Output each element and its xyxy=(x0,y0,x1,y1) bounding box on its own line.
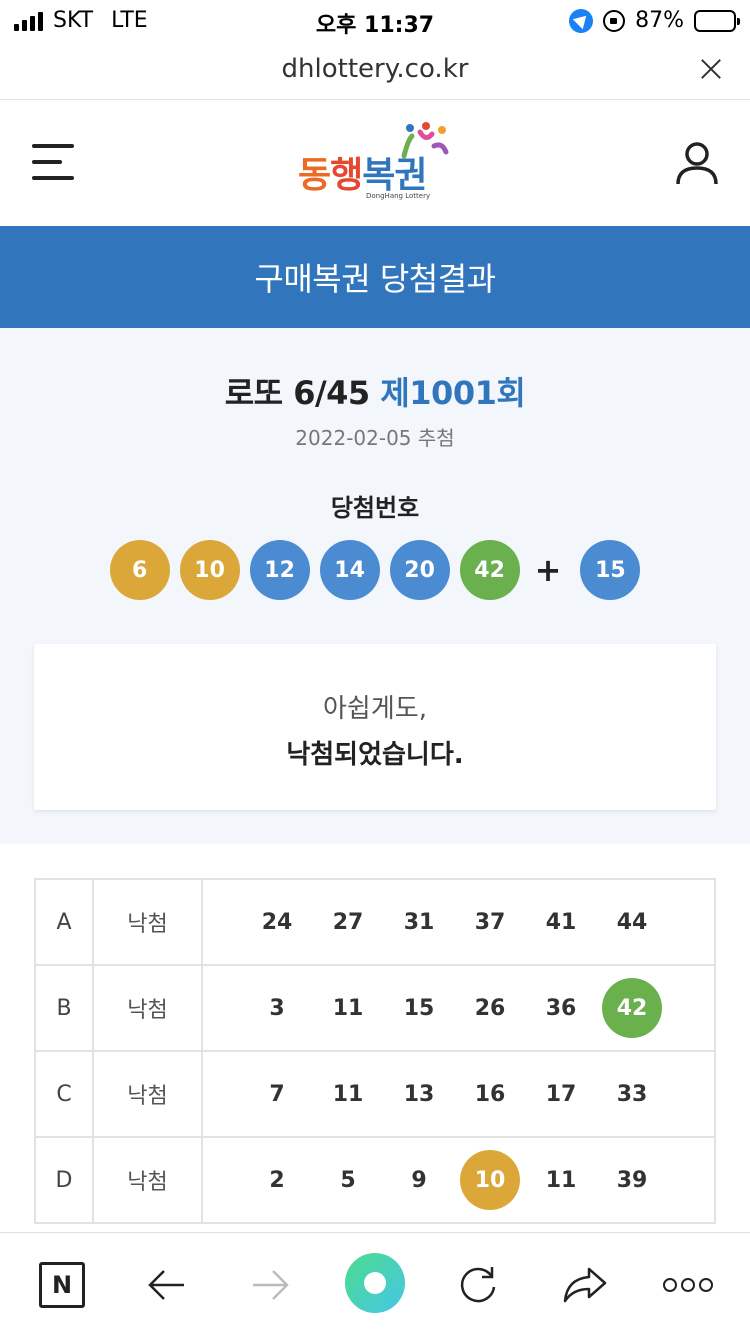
page-title: 구매복권 당첨결과 xyxy=(254,260,496,298)
url-text[interactable]: dhlottery.co.kr xyxy=(0,54,750,84)
ticket-numbers-row: 24 27 31 37 41 44 xyxy=(247,892,714,952)
ticket-number: 11 xyxy=(332,1081,364,1107)
menu-icon[interactable] xyxy=(32,144,74,180)
winning-numbers: 6 10 12 14 20 42 + 15 xyxy=(0,540,750,600)
site-logo[interactable]: 동행복권 DongHang Lottery xyxy=(298,120,458,210)
ticket-number: 37 xyxy=(474,909,506,935)
share-arrow-icon xyxy=(563,1267,607,1303)
ticket-row: A 낙첨 24 27 31 37 41 44 xyxy=(34,878,716,966)
ticket-label: D xyxy=(34,1136,94,1224)
ticket-label: B xyxy=(34,964,94,1052)
refresh-button[interactable] xyxy=(452,1259,504,1311)
ticket-number: 16 xyxy=(474,1081,506,1107)
ticket-number: 41 xyxy=(545,909,577,935)
ticket-row: D 낙첨 2 5 9 10 11 39 xyxy=(34,1136,716,1224)
ticket-label: C xyxy=(34,1050,94,1138)
location-icon xyxy=(569,8,594,33)
winning-ball: 42 xyxy=(459,540,520,600)
winning-ball: 6 xyxy=(109,540,170,600)
ticket-numbers-row: 7 11 13 16 17 33 xyxy=(247,1064,714,1124)
game-name: 로또 6/45 xyxy=(224,374,371,412)
ticket-numbers-row: 2 5 9 10 11 39 xyxy=(247,1150,714,1210)
ticket-numbers: 3 11 15 26 36 42 xyxy=(201,964,716,1052)
ticket-number: 26 xyxy=(474,995,506,1021)
back-button[interactable] xyxy=(140,1259,192,1311)
logo-wordmark: 동행복권 xyxy=(298,155,428,196)
battery-icon xyxy=(694,9,740,32)
ticket-number: 3 xyxy=(269,995,285,1021)
winning-ball: 20 xyxy=(389,540,450,600)
ticket-status: 낙첨 xyxy=(92,878,203,966)
home-circle-button[interactable] xyxy=(345,1253,405,1313)
game-title: 로또 6/45 제1001회 xyxy=(0,368,750,414)
winning-ball: 14 xyxy=(319,540,380,600)
bonus-ball: 15 xyxy=(580,540,641,600)
draw-date: 2022-02-05 추첨 xyxy=(295,426,455,450)
ticket-row: B 낙첨 3 11 15 26 36 42 xyxy=(34,964,716,1052)
ticket-number: 9 xyxy=(411,1167,427,1193)
ticket-number: 2 xyxy=(269,1167,285,1193)
ticket-number: 13 xyxy=(403,1081,435,1107)
ticket-status: 낙첨 xyxy=(92,1136,203,1224)
tickets-table: A 낙첨 24 27 31 37 41 44 B 낙첨 3 11 15 26 36 42 C 낙첨 7 11 13 16 1… xyxy=(34,878,716,1224)
ticket-number: 44 xyxy=(616,909,648,935)
result-message-line2: 낙첨되었습니다. xyxy=(286,740,464,770)
ticket-numbers: 24 27 31 37 41 44 xyxy=(201,878,716,966)
naver-home-button[interactable]: N xyxy=(36,1259,88,1311)
rotation-lock-icon xyxy=(603,9,626,32)
status-right: 87% xyxy=(569,8,740,33)
ticket-numbers: 7 11 13 16 17 33 xyxy=(201,1050,716,1138)
ticket-label: A xyxy=(34,878,94,966)
more-dots-icon xyxy=(663,1278,713,1292)
ticket-number: 5 xyxy=(340,1167,356,1193)
plus-sign: + xyxy=(534,551,562,589)
ticket-number: 33 xyxy=(616,1081,648,1107)
round-number: 제1001회 xyxy=(380,374,526,412)
ticket-number: 7 xyxy=(269,1081,285,1107)
browser-toolbar: N xyxy=(0,1232,750,1334)
ticket-number: 15 xyxy=(403,995,435,1021)
close-icon[interactable] xyxy=(698,56,724,82)
battery-percent: 87% xyxy=(635,8,684,33)
status-bar: SKT LTE 오후 11:37 87% xyxy=(0,0,750,40)
ticket-numbers-row: 3 11 15 26 36 42 xyxy=(247,978,714,1038)
naver-icon: N xyxy=(39,1262,85,1308)
more-button[interactable] xyxy=(662,1259,714,1311)
ticket-number: 27 xyxy=(332,909,364,935)
winning-ball: 10 xyxy=(179,540,240,600)
result-message-line1: 아쉽게도, xyxy=(323,694,427,724)
forward-button[interactable] xyxy=(245,1259,297,1311)
ticket-number: 11 xyxy=(332,995,364,1021)
ticket-number: 36 xyxy=(545,995,577,1021)
ticket-number-matched: 42 xyxy=(602,978,662,1038)
ticket-status: 낙첨 xyxy=(92,964,203,1052)
result-section: 로또 6/45 제1001회 2022-02-05 추첨 당첨번호 6 10 1… xyxy=(0,328,750,844)
arrow-right-icon xyxy=(253,1270,289,1300)
url-bar: dhlottery.co.kr xyxy=(0,40,750,100)
ticket-numbers: 2 5 9 10 11 39 xyxy=(201,1136,716,1224)
ticket-number: 17 xyxy=(545,1081,577,1107)
ticket-status: 낙첨 xyxy=(92,1050,203,1138)
share-button[interactable] xyxy=(558,1259,610,1311)
ticket-number: 39 xyxy=(616,1167,648,1193)
arrow-left-icon xyxy=(148,1270,184,1300)
refresh-icon xyxy=(460,1267,496,1303)
result-message-card: 아쉽게도, 낙첨되었습니다. xyxy=(34,644,716,810)
ticket-number: 31 xyxy=(403,909,435,935)
ticket-number: 11 xyxy=(545,1167,577,1193)
page-title-bar: 구매복권 당첨결과 xyxy=(0,226,750,328)
winning-ball: 12 xyxy=(249,540,310,600)
site-header: 동행복권 DongHang Lottery xyxy=(0,100,750,226)
logo-subtitle: DongHang Lottery xyxy=(366,192,431,200)
ticket-number: 24 xyxy=(261,909,293,935)
user-icon[interactable] xyxy=(674,140,720,186)
ticket-row: C 낙첨 7 11 13 16 17 33 xyxy=(34,1050,716,1138)
winning-numbers-label: 당첨번호 xyxy=(330,494,420,522)
ticket-number-matched: 10 xyxy=(460,1150,520,1210)
